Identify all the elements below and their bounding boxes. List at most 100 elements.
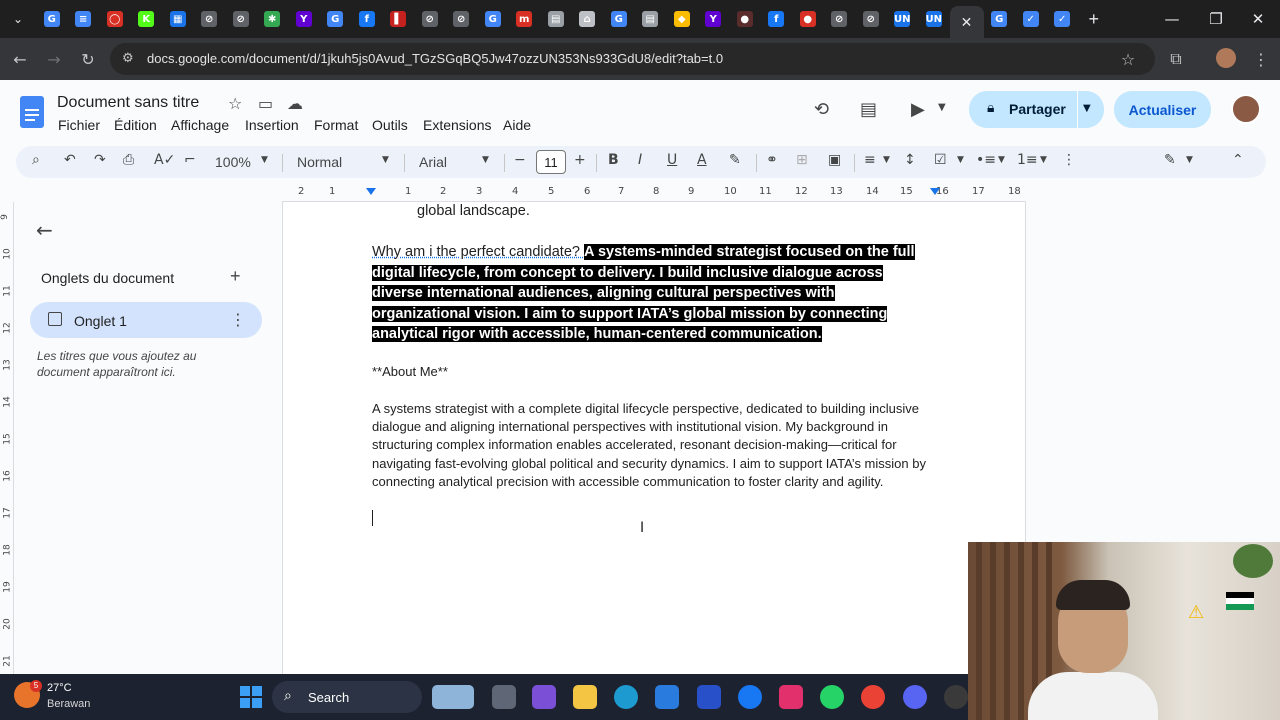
checklist-dropdown-icon[interactable]: ▼ xyxy=(957,155,964,165)
store-icon[interactable] xyxy=(655,685,679,709)
horizontal-ruler[interactable]: 2 1 1 2 3 4 5 6 7 8 9 10 11 12 13 14 15 16 17 18 xyxy=(282,186,1026,202)
browser-tab-15[interactable]: m xyxy=(509,0,541,38)
file-explorer-icon[interactable] xyxy=(573,685,597,709)
browser-tab-4[interactable]: ▦ xyxy=(162,0,194,38)
print-icon[interactable]: ⎙ xyxy=(123,152,134,168)
redo-icon[interactable]: ↷ xyxy=(94,152,106,168)
search-menus-icon[interactable]: ⌕ xyxy=(32,152,40,168)
browser-tab-28[interactable]: UN xyxy=(918,0,950,38)
active-tab-close-icon[interactable]: ✕ xyxy=(949,6,984,38)
edge-icon[interactable] xyxy=(614,685,638,709)
discord-icon[interactable] xyxy=(903,685,927,709)
editing-mode-icon[interactable]: ✎ xyxy=(1164,152,1176,168)
question-text[interactable]: Why am i the perfect candidate? xyxy=(372,244,584,260)
paint-format-icon[interactable]: ⌐ xyxy=(184,152,196,168)
tab-options-icon[interactable]: ⋮ xyxy=(230,310,246,329)
meet-dropdown-icon[interactable]: ▼ xyxy=(938,102,946,113)
task-view-icon[interactable] xyxy=(492,685,516,709)
browser-tab-9[interactable]: G xyxy=(320,0,352,38)
menu-item-4[interactable]: Format xyxy=(314,117,358,133)
browser-after-tab-0[interactable]: G xyxy=(984,0,1016,38)
browser-tab-14[interactable]: G xyxy=(477,0,509,38)
menu-item-7[interactable]: Aide xyxy=(503,117,531,133)
browser-after-tab-1[interactable]: ✓ xyxy=(1015,0,1047,38)
browser-tab-19[interactable]: ▤ xyxy=(635,0,667,38)
instagram-icon[interactable] xyxy=(779,685,803,709)
comments-icon[interactable]: ▤ xyxy=(860,99,877,120)
vertical-ruler[interactable]: 9 10 11 12 13 14 15 16 17 18 19 20 21 xyxy=(0,202,14,674)
about-heading[interactable]: **About Me** xyxy=(372,364,448,379)
menu-item-5[interactable]: Outils xyxy=(372,117,408,133)
obs-icon[interactable] xyxy=(944,685,968,709)
menu-item-1[interactable]: Édition xyxy=(114,117,157,133)
extensions-icon[interactable]: ⧉ xyxy=(1162,45,1190,73)
menu-item-2[interactable]: Affichage xyxy=(171,117,229,133)
text-color-icon[interactable]: A xyxy=(697,152,707,168)
bookmark-star-icon[interactable]: ☆ xyxy=(1114,45,1142,73)
add-tab-button[interactable]: + xyxy=(230,266,241,287)
widgets-icon[interactable] xyxy=(432,685,474,709)
omnibox[interactable]: ⚙ docs.google.com/document/d/1jkuh5js0Av… xyxy=(110,43,1155,75)
numbered-list-icon[interactable]: 1≡ xyxy=(1017,152,1038,168)
tab-search-icon[interactable]: ⌄ xyxy=(0,0,36,38)
back-button[interactable]: ← xyxy=(6,45,34,73)
tab-onglet-1[interactable]: Onglet 1 ⋮ xyxy=(30,302,262,338)
collapse-menus-icon[interactable]: ⌃ xyxy=(1232,152,1244,168)
site-info-icon[interactable]: ⚙ xyxy=(122,51,134,66)
move-folder-icon[interactable]: ▭ xyxy=(258,94,273,113)
decrease-font-icon[interactable]: − xyxy=(514,152,526,168)
about-paragraph[interactable]: A systems strategist with a complete dig… xyxy=(372,400,942,491)
browser-tab-3[interactable]: K xyxy=(131,0,163,38)
zoom-dropdown-icon[interactable]: ▼ xyxy=(261,155,268,165)
browser-tab-17[interactable]: ⌂ xyxy=(572,0,604,38)
spellcheck-icon[interactable]: A✓ xyxy=(154,152,175,168)
bullet-dropdown-icon[interactable]: ▼ xyxy=(998,155,1005,165)
browser-tab-27[interactable]: UN xyxy=(887,0,919,38)
previous-paragraph-tail[interactable]: global landscape. xyxy=(417,203,530,219)
line-spacing-icon[interactable]: ↕ xyxy=(904,152,916,168)
browser-tab-1[interactable]: ≡ xyxy=(68,0,100,38)
forward-button[interactable]: → xyxy=(40,45,68,73)
browser-tab-2[interactable]: ◯ xyxy=(99,0,131,38)
reload-button[interactable]: ↻ xyxy=(74,45,102,73)
browser-tab-6[interactable]: ⊘ xyxy=(225,0,257,38)
more-options-icon[interactable]: ⋮ xyxy=(1062,152,1076,168)
browser-tab-25[interactable]: ⊘ xyxy=(824,0,856,38)
insert-link-icon[interactable]: ⚭ xyxy=(766,152,778,168)
facebook-icon[interactable] xyxy=(738,685,762,709)
share-dropdown-icon[interactable]: ▼ xyxy=(1083,103,1091,114)
font-select[interactable]: Arial xyxy=(419,154,447,170)
minimize-button[interactable]: — xyxy=(1150,0,1194,38)
highlight-color-icon[interactable]: ✎ xyxy=(729,152,741,168)
menu-item-0[interactable]: Fichier xyxy=(58,117,100,133)
document-page[interactable]: global landscape. Why am i the perfect c… xyxy=(282,202,1026,674)
editing-mode-dropdown-icon[interactable]: ▼ xyxy=(1186,155,1193,165)
bold-icon[interactable]: B xyxy=(608,152,619,168)
browser-tab-20[interactable]: ◆ xyxy=(666,0,698,38)
align-dropdown-icon[interactable]: ▼ xyxy=(883,155,890,165)
profile-avatar[interactable] xyxy=(1216,48,1236,68)
account-avatar[interactable] xyxy=(1231,94,1261,124)
left-indent-marker[interactable] xyxy=(366,188,376,195)
weather-temperature[interactable]: 27°C xyxy=(47,682,72,694)
checklist-icon[interactable]: ☑ xyxy=(934,152,947,168)
menu-item-6[interactable]: Extensions xyxy=(423,117,491,133)
url-text[interactable]: docs.google.com/document/d/1jkuh5js0Avud… xyxy=(147,51,723,66)
insert-image-icon[interactable]: ▣ xyxy=(828,152,841,168)
underline-icon[interactable]: U xyxy=(667,152,677,168)
browser-tab-0[interactable]: G xyxy=(36,0,68,38)
new-tab-button[interactable]: + xyxy=(1078,0,1110,38)
candidate-paragraph[interactable]: Why am i the perfect candidate? A system… xyxy=(372,242,932,345)
zoom-select[interactable]: 100% xyxy=(215,154,251,170)
font-size-input[interactable]: 11 xyxy=(536,150,566,174)
add-comment-icon[interactable]: ⊞ xyxy=(796,152,808,168)
browser-tab-21[interactable]: Y xyxy=(698,0,730,38)
weather-description[interactable]: Berawan xyxy=(47,698,90,710)
browser-tab-22[interactable]: ● xyxy=(729,0,761,38)
browser-tab-7[interactable]: ✱ xyxy=(257,0,289,38)
menu-item-3[interactable]: Insertion xyxy=(245,117,299,133)
start-button[interactable] xyxy=(240,686,262,708)
browser-tab-11[interactable]: ▌ xyxy=(383,0,415,38)
browser-menu-icon[interactable]: ⋮ xyxy=(1247,45,1275,73)
close-window-button[interactable]: ✕ xyxy=(1236,0,1280,38)
